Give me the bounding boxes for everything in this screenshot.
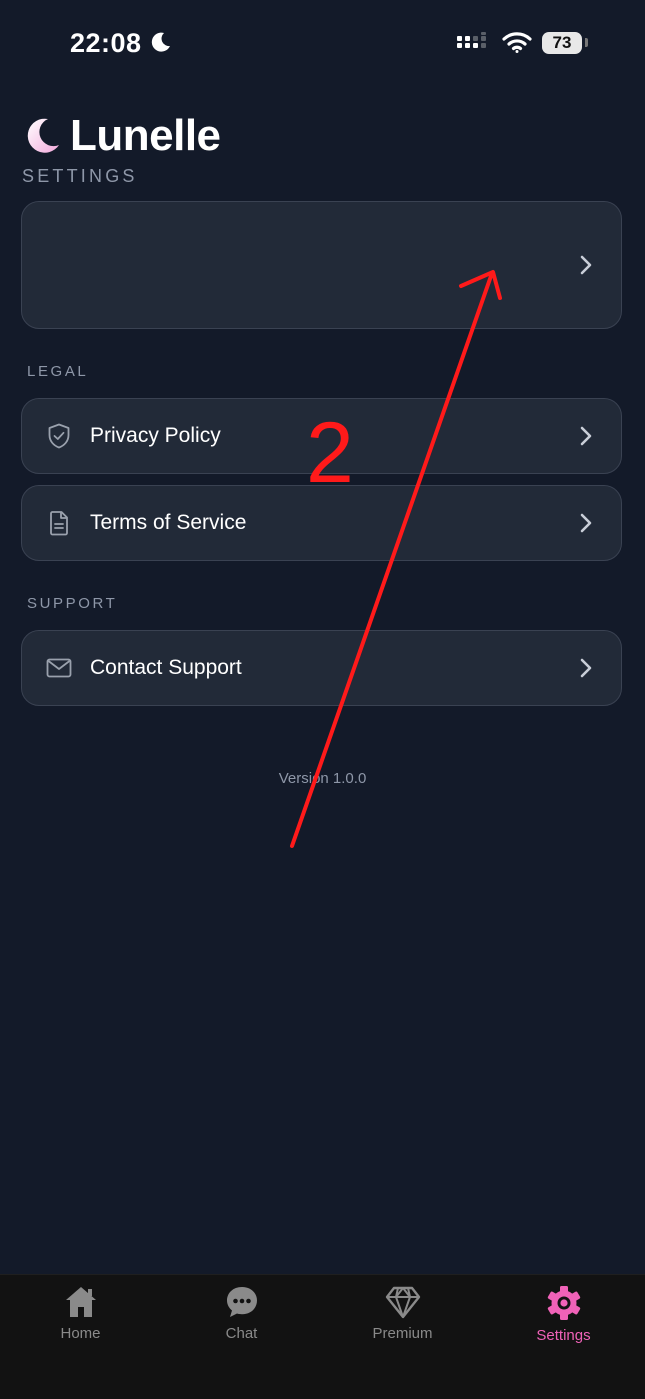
- tab-home-label: Home: [60, 1325, 101, 1342]
- shield-check-icon: [48, 423, 70, 449]
- app-version: Version 1.0.0: [278, 770, 367, 787]
- mail-icon: [46, 658, 72, 678]
- tab-chat-label: Chat: [225, 1325, 258, 1342]
- page-title: SETTINGS: [22, 166, 138, 186]
- document-icon: [50, 511, 68, 536]
- tab-home[interactable]: Home: [0, 1285, 161, 1355]
- app-name: Lunelle: [70, 111, 221, 160]
- status-time: 22:08: [70, 28, 142, 58]
- cellular-signal-icon: [457, 32, 486, 48]
- chat-icon: [226, 1287, 257, 1317]
- tab-premium[interactable]: Premium: [322, 1285, 483, 1355]
- chevron-right-icon: [580, 513, 592, 533]
- wifi-icon: [502, 32, 532, 53]
- support-section-title: SUPPORT: [27, 595, 118, 612]
- privacy-policy-label: Privacy Policy: [90, 424, 221, 447]
- tab-settings-label: Settings: [536, 1327, 591, 1344]
- annotation-number: 2: [306, 405, 354, 501]
- moon-logo-icon: [27, 118, 59, 153]
- contact-support-row[interactable]: Contact Support: [21, 630, 622, 706]
- diamond-icon: [385, 1286, 420, 1319]
- chevron-right-icon: [580, 426, 592, 446]
- home-icon: [65, 1287, 96, 1317]
- battery-indicator: 73: [542, 32, 582, 54]
- app-brand: Lunelle: [22, 110, 221, 162]
- tab-chat[interactable]: Chat: [161, 1285, 322, 1355]
- profile-card[interactable]: [21, 201, 622, 329]
- chevron-right-icon: [580, 658, 592, 678]
- status-bar: 22:08 73: [0, 0, 645, 90]
- legal-section-title: LEGAL: [27, 363, 89, 380]
- gear-icon: [547, 1286, 580, 1320]
- moon-icon: [151, 32, 170, 52]
- contact-support-label: Contact Support: [90, 656, 242, 679]
- tab-settings[interactable]: Settings: [483, 1285, 644, 1355]
- tab-premium-label: Premium: [372, 1325, 433, 1342]
- terms-of-service-label: Terms of Service: [90, 511, 247, 534]
- chevron-right-icon: [580, 255, 592, 275]
- battery-cap: [585, 38, 588, 47]
- tab-bar: Home Chat Premium Settings: [0, 1274, 645, 1399]
